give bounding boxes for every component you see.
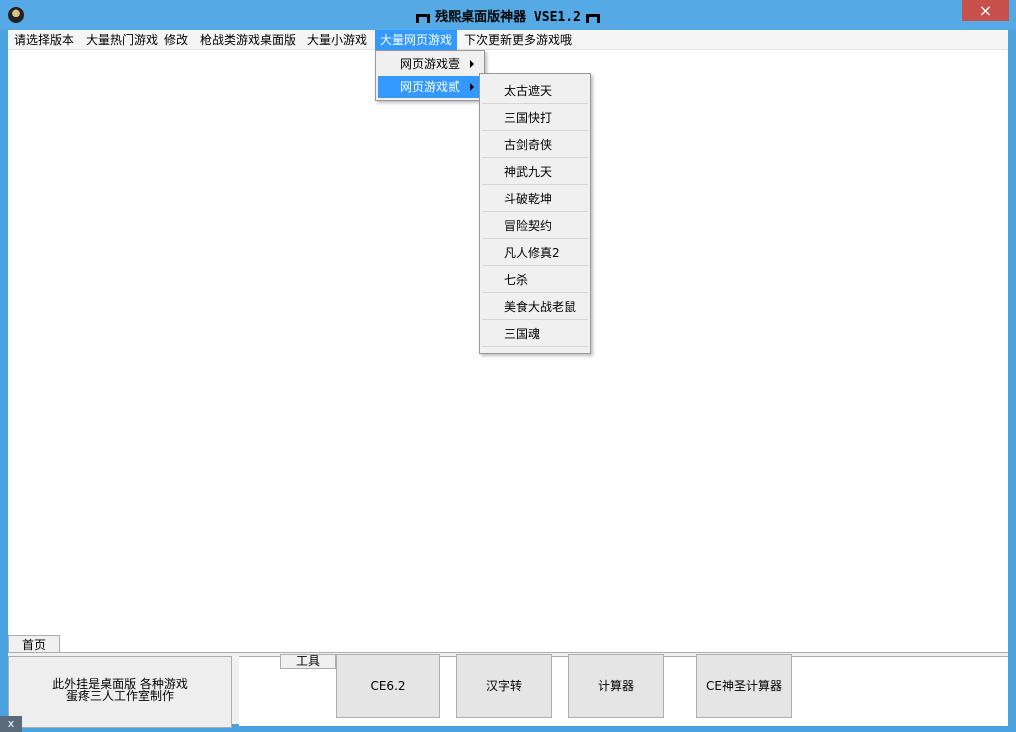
- submenu-arrow-icon: [470, 60, 474, 68]
- close-button[interactable]: ×: [962, 0, 1009, 21]
- home-panel: 此外挂是桌面版 各种游戏 蛋疼三人工作室制作 工具 CE6.2 汉字转 计算器 …: [8, 652, 1008, 728]
- menu-web-games[interactable]: 大量网页游戏: [375, 30, 458, 50]
- app-window: 残熙桌面版神器 VSE1.2 × 请选择版本 大量热门游戏 修改 枪战类游戏桌面…: [0, 0, 1016, 732]
- hanzi-convert-button[interactable]: 汉字转: [456, 654, 552, 718]
- game-item[interactable]: 七杀: [482, 267, 588, 293]
- ce-holy-calculator-button[interactable]: CE神圣计算器: [696, 654, 792, 718]
- tab-tools[interactable]: 工具: [280, 654, 336, 669]
- title-bracket-right-icon: [585, 14, 600, 23]
- menu-next-update[interactable]: 下次更新更多游戏哦: [459, 30, 577, 50]
- game-item[interactable]: 三国魂: [482, 321, 588, 347]
- game-item[interactable]: 三国快打: [482, 105, 588, 131]
- title-bar[interactable]: 残熙桌面版神器 VSE1.2 ×: [0, 0, 1016, 30]
- client-area: 请选择版本 大量热门游戏 修改 枪战类游戏桌面版 大量小游戏 大量网页游戏 下次…: [8, 30, 1008, 728]
- game-item[interactable]: 神武九天: [482, 159, 588, 185]
- game-item[interactable]: 太古遮天: [482, 78, 588, 104]
- game-item[interactable]: 古剑奇侠: [482, 132, 588, 158]
- window-title: 残熙桌面版神器 VSE1.2: [0, 6, 1016, 25]
- tab-home[interactable]: 首页: [8, 635, 60, 653]
- menu-mini-games[interactable]: 大量小游戏: [302, 30, 372, 50]
- menu-modify[interactable]: 修改: [159, 30, 193, 50]
- games-dropdown: 太古遮天 三国快打 古剑奇侠 神武九天 斗破乾坤 冒险契约 凡人修真2 七杀 美…: [479, 73, 591, 354]
- menu-shooter-desktop[interactable]: 枪战类游戏桌面版: [195, 30, 301, 50]
- submenu-arrow-icon: [470, 83, 474, 91]
- submenu-label: 网页游戏壹: [400, 57, 461, 71]
- taskbar-close-icon[interactable]: x: [0, 716, 22, 732]
- game-item[interactable]: 冒险契约: [482, 213, 588, 239]
- game-item[interactable]: 凡人修真2: [482, 240, 588, 266]
- ce62-button[interactable]: CE6.2: [336, 654, 440, 718]
- submenu-label: 网页游戏贰: [400, 80, 461, 94]
- submenu-web-game-1[interactable]: 网页游戏壹: [378, 53, 482, 75]
- calculator-button[interactable]: 计算器: [568, 654, 664, 718]
- web-games-dropdown: 网页游戏壹 网页游戏贰: [375, 50, 485, 101]
- tools-group: 工具 CE6.2 汉字转 计算器 CE神圣计算器: [239, 654, 1008, 726]
- menu-select-version[interactable]: 请选择版本: [9, 30, 79, 50]
- game-item[interactable]: 美食大战老鼠: [482, 294, 588, 320]
- bottom-area: 首页 此外挂是桌面版 各种游戏 蛋疼三人工作室制作 工具 CE6.2 汉字转 计…: [8, 635, 1008, 728]
- menu-hot-games[interactable]: 大量热门游戏: [81, 30, 163, 50]
- submenu-web-game-2[interactable]: 网页游戏贰: [378, 76, 482, 98]
- menu-bar: 请选择版本 大量热门游戏 修改 枪战类游戏桌面版 大量小游戏 大量网页游戏 下次…: [8, 30, 1008, 50]
- info-box: 此外挂是桌面版 各种游戏 蛋疼三人工作室制作: [8, 656, 232, 728]
- title-bracket-left-icon: [416, 14, 431, 23]
- info-line-2: 蛋疼三人工作室制作: [65, 689, 174, 703]
- game-item[interactable]: 斗破乾坤: [482, 186, 588, 212]
